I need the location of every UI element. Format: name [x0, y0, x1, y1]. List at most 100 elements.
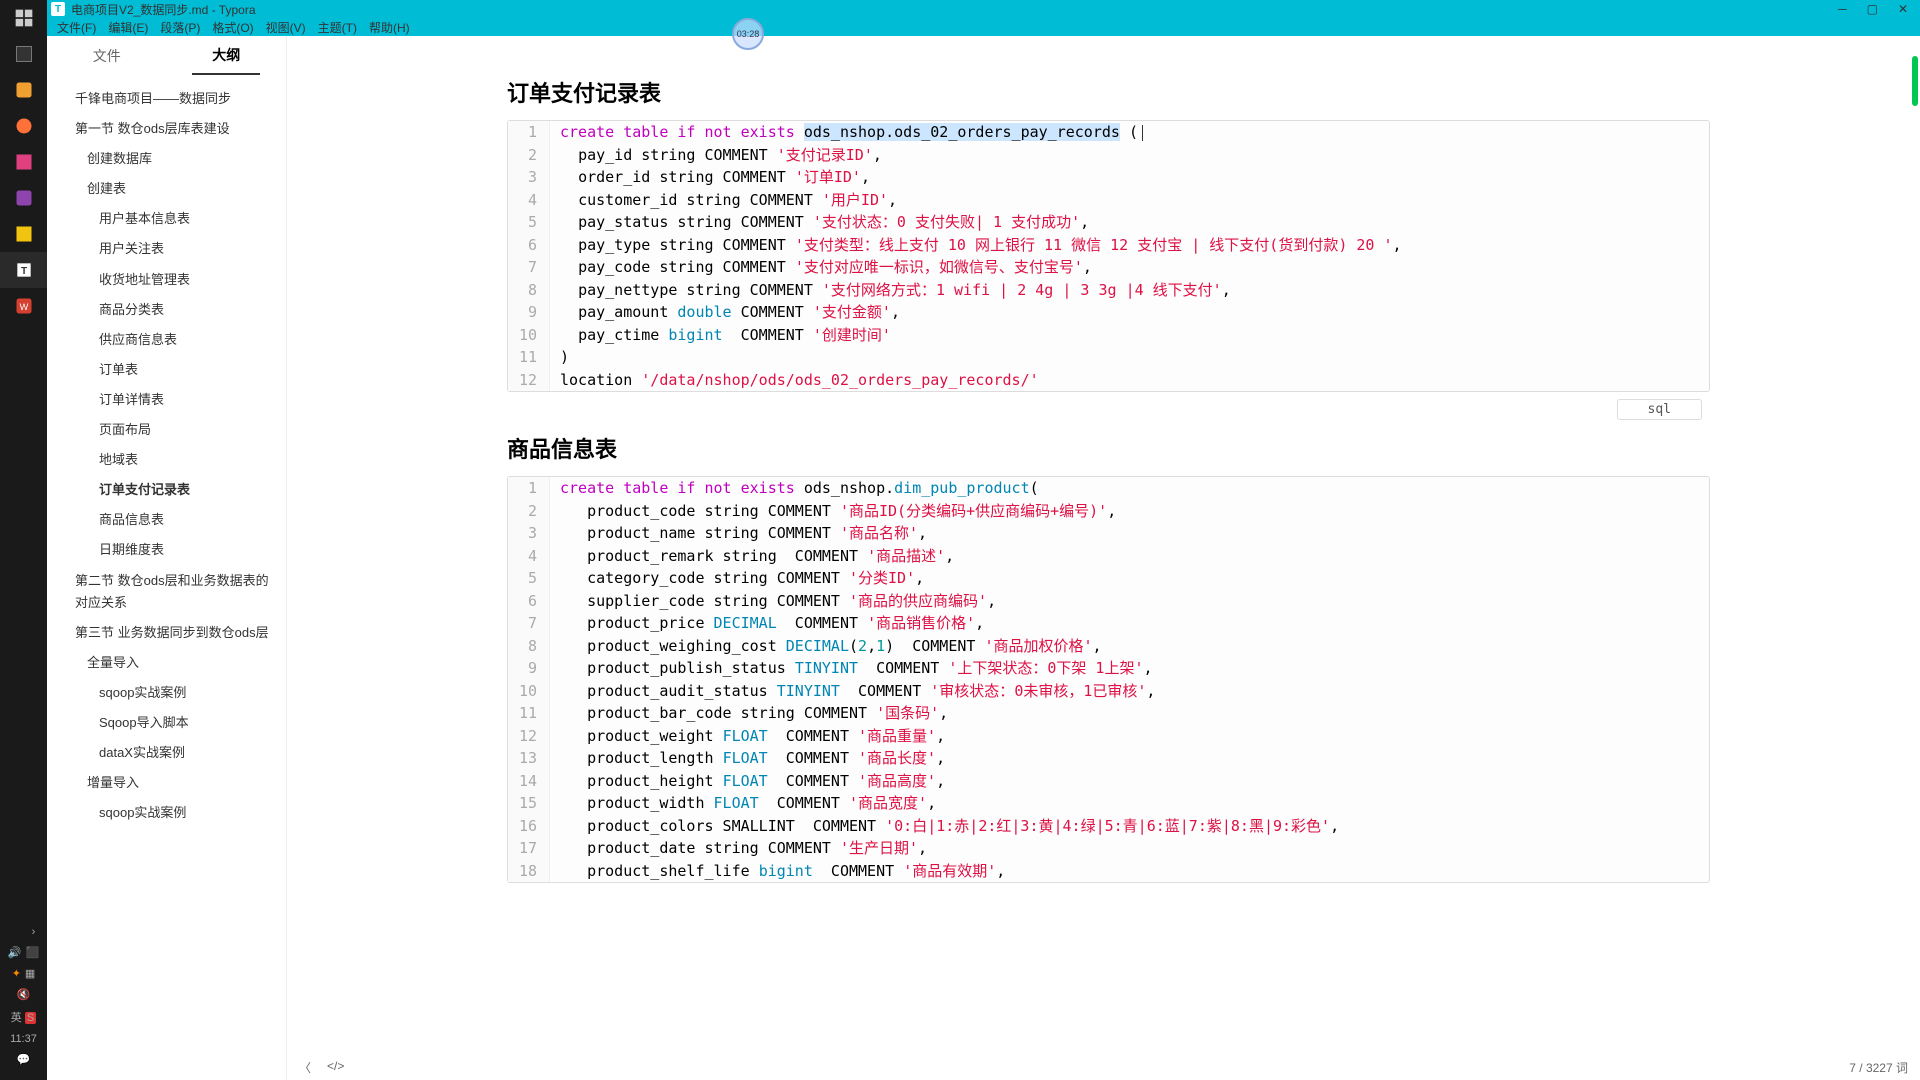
outline-item[interactable]: 商品分类表 [47, 295, 286, 325]
outline-item[interactable]: 订单表 [47, 355, 286, 385]
outline-item[interactable]: 第一节 数仓ods层库表建设 [47, 114, 286, 144]
code-line[interactable]: 3 order_id string COMMENT '订单ID', [508, 166, 1709, 189]
code-block-1[interactable]: 1create table if not exists ods_nshop.od… [507, 120, 1710, 392]
outline-item[interactable]: 订单支付记录表 [47, 475, 286, 505]
code-line[interactable]: 4 product_remark string COMMENT '商品描述', [508, 545, 1709, 568]
menu-item[interactable]: 主题(T) [312, 19, 363, 36]
code-line[interactable]: 10 pay_ctime bigint COMMENT '创建时间' [508, 324, 1709, 347]
expand-icon[interactable]: › [32, 926, 36, 938]
outline-item[interactable]: 商品信息表 [47, 505, 286, 535]
maximize-button[interactable]: ▢ [1867, 2, 1878, 16]
outline-item[interactable]: 地域表 [47, 445, 286, 475]
scrollbar[interactable] [1910, 36, 1918, 1054]
outline-list[interactable]: 千锋电商项目——数据同步第一节 数仓ods层库表建设创建数据库创建表用户基本信息… [47, 76, 286, 1080]
outline-item[interactable]: 千锋电商项目——数据同步 [47, 84, 286, 114]
outline-item[interactable]: 日期维度表 [47, 535, 286, 565]
line-number: 4 [508, 189, 550, 212]
code-line[interactable]: 5 pay_status string COMMENT '支付状态：0 支付失败… [508, 211, 1709, 234]
code-line[interactable]: 12 product_weight FLOAT COMMENT '商品重量', [508, 725, 1709, 748]
line-number: 7 [508, 256, 550, 279]
app-icon-4[interactable] [0, 144, 47, 180]
outline-item[interactable]: dataX实战案例 [47, 738, 286, 768]
menu-item[interactable]: 段落(P) [154, 19, 206, 36]
menu-item[interactable]: 帮助(H) [363, 19, 416, 36]
code-line[interactable]: 11 product_bar_code string COMMENT '国条码'… [508, 702, 1709, 725]
code-line[interactable]: 17 product_date string COMMENT '生产日期', [508, 837, 1709, 860]
source-mode-icon[interactable]: </> [327, 1059, 344, 1076]
line-number: 5 [508, 211, 550, 234]
minimize-button[interactable]: ─ [1838, 2, 1847, 16]
heading-product-info: 商品信息表 [507, 432, 1710, 464]
code-line[interactable]: 18 product_shelf_life bigint COMMENT '商品… [508, 860, 1709, 883]
outline-item[interactable]: Sqoop导入脚本 [47, 708, 286, 738]
code-line[interactable]: 3 product_name string COMMENT '商品名称', [508, 522, 1709, 545]
menu-item[interactable]: 文件(F) [51, 19, 102, 36]
outline-item[interactable]: 第二节 数仓ods层和业务数据表的对应关系 [47, 566, 286, 618]
code-line[interactable]: 5 category_code string COMMENT '分类ID', [508, 567, 1709, 590]
outline-item[interactable]: sqoop实战案例 [47, 798, 286, 828]
outline-item[interactable]: sqoop实战案例 [47, 678, 286, 708]
word-count[interactable]: 7 / 3227 词 [1849, 1059, 1908, 1076]
code-line[interactable]: 1create table if not exists ods_nshop.od… [508, 121, 1709, 144]
code-line[interactable]: 9 pay_amount double COMMENT '支付金额', [508, 301, 1709, 324]
notification-icon[interactable]: 💬 [17, 1053, 31, 1066]
outline-item[interactable]: 增量导入 [47, 768, 286, 798]
outline-item[interactable]: 页面布局 [47, 415, 286, 445]
code-line[interactable]: 4 customer_id string COMMENT '用户ID', [508, 189, 1709, 212]
app-icon-6[interactable] [0, 216, 47, 252]
menu-item[interactable]: 编辑(E) [102, 19, 154, 36]
outline-item[interactable]: 用户基本信息表 [47, 204, 286, 234]
outline-item[interactable]: 供应商信息表 [47, 325, 286, 355]
tray-mute-icon[interactable]: 🔇 [17, 988, 31, 1001]
code-line[interactable]: 2 pay_id string COMMENT '支付记录ID', [508, 144, 1709, 167]
menubar: 文件(F)编辑(E)段落(P)格式(O)视图(V)主题(T)帮助(H) [47, 18, 1920, 36]
code-line[interactable]: 13 product_length FLOAT COMMENT '商品长度', [508, 747, 1709, 770]
code-line[interactable]: 11) [508, 346, 1709, 369]
tray-icon-1[interactable]: 🔊⬛ [8, 946, 39, 959]
outline-item[interactable]: 创建数据库 [47, 144, 286, 174]
code-line[interactable]: 15 product_width FLOAT COMMENT '商品宽度', [508, 792, 1709, 815]
code-line[interactable]: 7 product_price DECIMAL COMMENT '商品销售价格'… [508, 612, 1709, 635]
firefox-icon[interactable] [0, 108, 47, 144]
code-line[interactable]: 2 product_code string COMMENT '商品ID(分类编码… [508, 500, 1709, 523]
code-line[interactable]: 12location '/data/nshop/ods/ods_02_order… [508, 369, 1709, 392]
code-line[interactable]: 10 product_audit_status TINYINT COMMENT … [508, 680, 1709, 703]
clock[interactable]: 11:37 [10, 1033, 37, 1045]
code-line[interactable]: 14 product_height FLOAT COMMENT '商品高度', [508, 770, 1709, 793]
code-lang-badge[interactable]: sql [1617, 399, 1702, 420]
menu-item[interactable]: 格式(O) [206, 19, 259, 36]
back-icon[interactable]: 〈 [299, 1059, 311, 1076]
outline-item[interactable]: 订单详情表 [47, 385, 286, 415]
outline-item[interactable]: 第三节 业务数据同步到数仓ods层 [47, 618, 286, 648]
ime-indicator[interactable]: 英 S [11, 1009, 36, 1025]
start-icon[interactable] [0, 0, 47, 36]
app-icon-5[interactable] [0, 180, 47, 216]
line-number: 12 [508, 725, 550, 748]
typora-icon[interactable]: T [0, 252, 47, 288]
editor-content[interactable]: 订单支付记录表 1create table if not exists ods_… [287, 36, 1920, 1080]
menu-item[interactable]: 视图(V) [260, 19, 312, 36]
tab-outline[interactable]: 大纲 [192, 37, 260, 75]
wps-icon[interactable]: W [0, 288, 47, 324]
code-line[interactable]: 9 product_publish_status TINYINT COMMENT… [508, 657, 1709, 680]
code-line[interactable]: 6 supplier_code string COMMENT '商品的供应商编码… [508, 590, 1709, 613]
line-number: 3 [508, 522, 550, 545]
code-line[interactable]: 7 pay_code string COMMENT '支付对应唯一标识，如微信号… [508, 256, 1709, 279]
code-block-2[interactable]: 1create table if not exists ods_nshop.di… [507, 476, 1710, 883]
code-line[interactable]: 16 product_colors SMALLINT COMMENT '0:白|… [508, 815, 1709, 838]
line-number: 6 [508, 590, 550, 613]
tab-files[interactable]: 文件 [73, 38, 141, 74]
app-icon-2[interactable] [0, 72, 47, 108]
app-icon-1[interactable] [0, 36, 47, 72]
code-line[interactable]: 1create table if not exists ods_nshop.di… [508, 477, 1709, 500]
code-line[interactable]: 6 pay_type string COMMENT '支付类型：线上支付 10 … [508, 234, 1709, 257]
tray-icon-2[interactable]: ✦▦ [12, 967, 36, 980]
outline-item[interactable]: 创建表 [47, 174, 286, 204]
code-line[interactable]: 8 pay_nettype string COMMENT '支付网络方式：1 w… [508, 279, 1709, 302]
outline-item[interactable]: 用户关注表 [47, 234, 286, 264]
outline-item[interactable]: 全量导入 [47, 648, 286, 678]
close-button[interactable]: ✕ [1898, 2, 1908, 16]
outline-item[interactable]: 收货地址管理表 [47, 265, 286, 295]
line-number: 5 [508, 567, 550, 590]
code-line[interactable]: 8 product_weighing_cost DECIMAL(2,1) COM… [508, 635, 1709, 658]
